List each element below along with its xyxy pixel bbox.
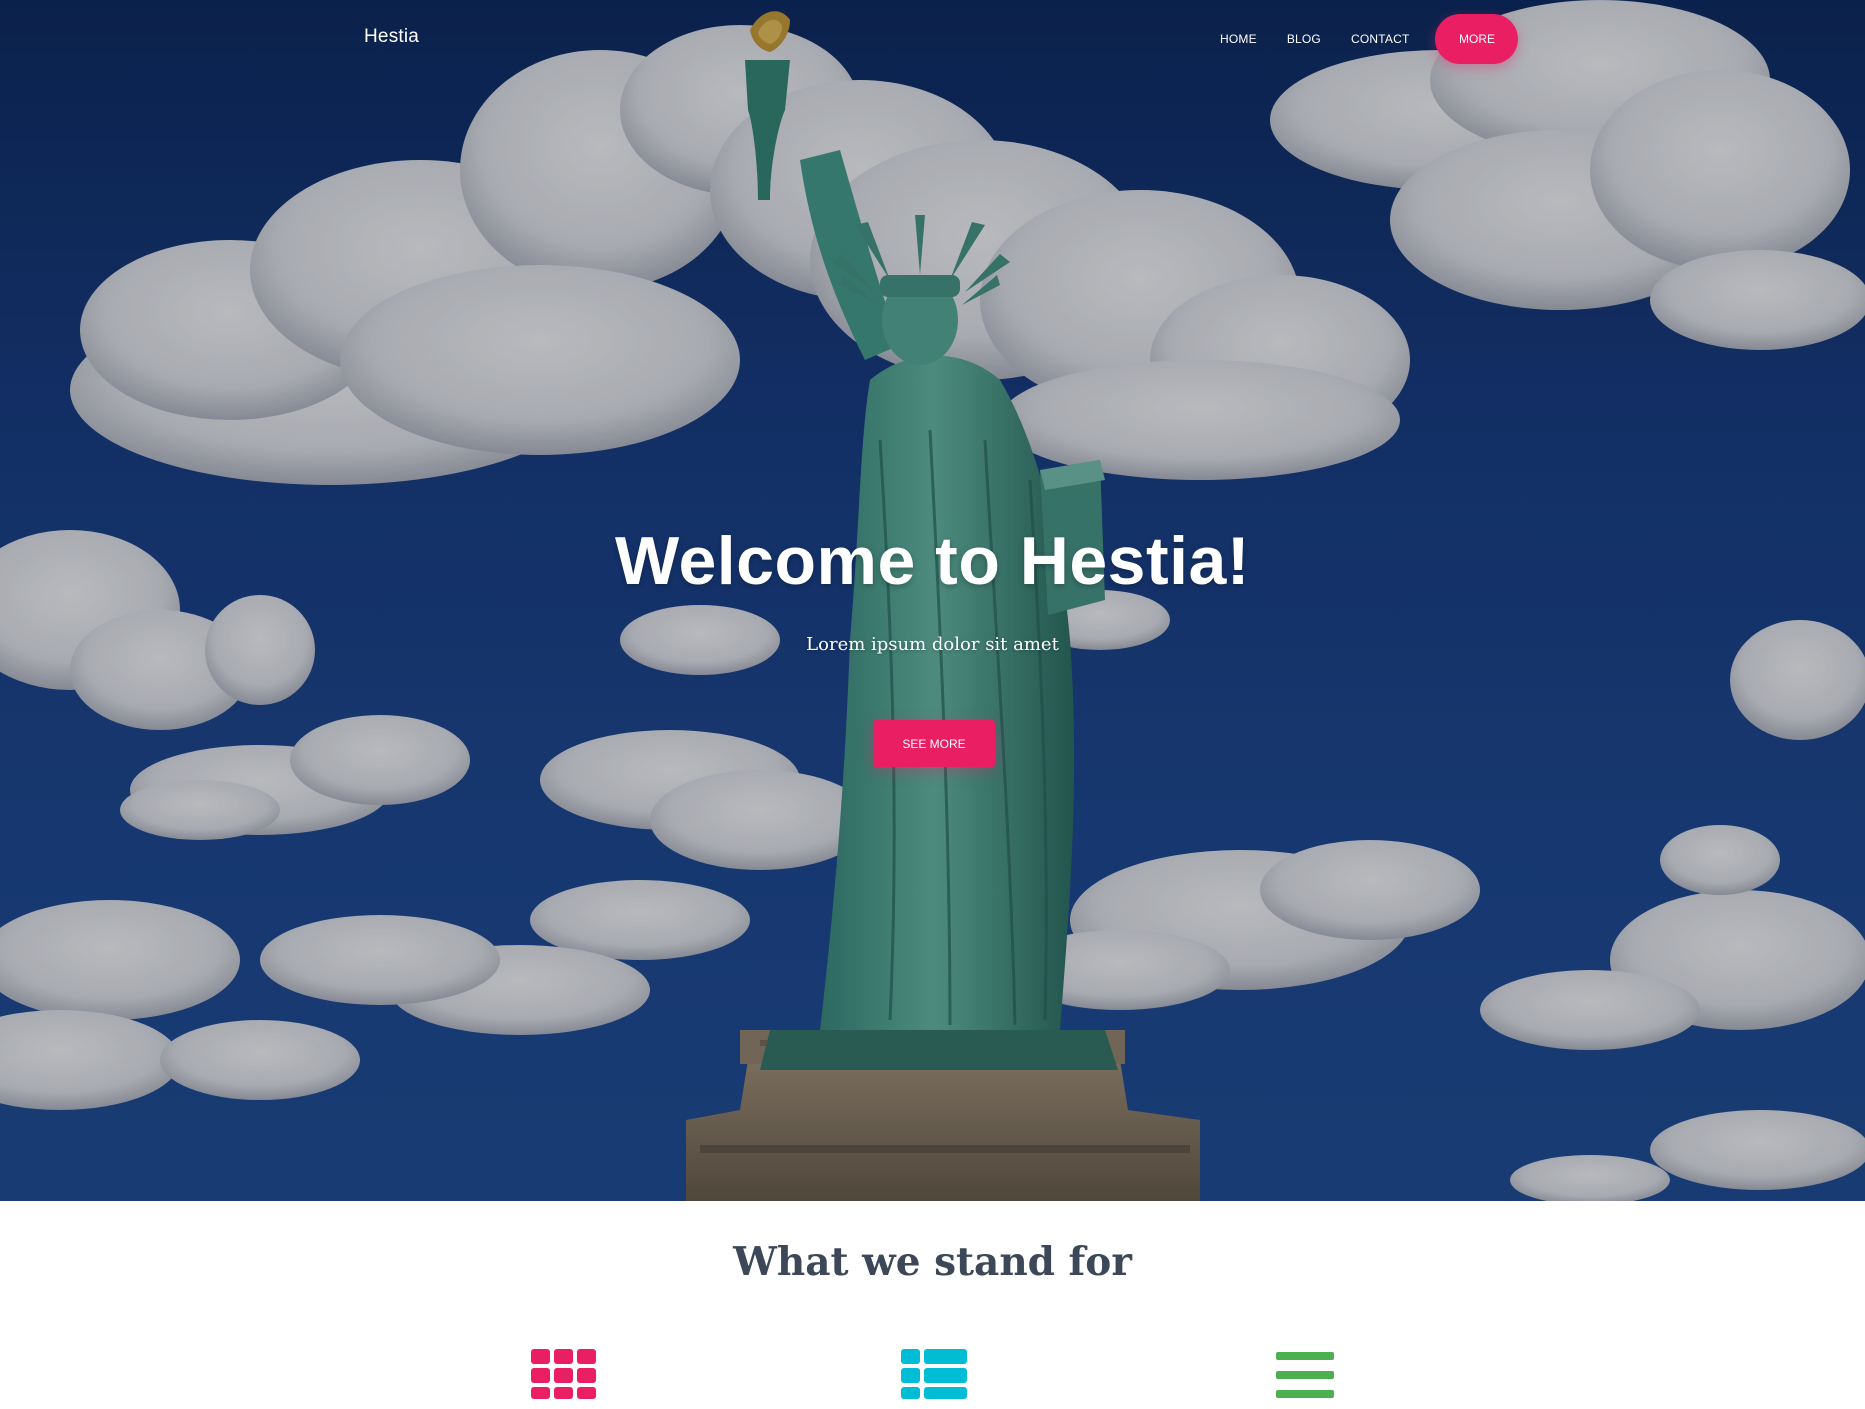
hero-subtitle: Lorem ipsum dolor sit amet	[806, 634, 1059, 655]
navbar: Hestia HOME BLOG CONTACT MORE	[0, 0, 1865, 80]
nav-link-blog[interactable]: BLOG	[1272, 32, 1336, 46]
brand-logo[interactable]: Hestia	[364, 26, 419, 48]
nav-link-contact[interactable]: CONTACT	[1336, 32, 1425, 46]
nav-menu: HOME BLOG CONTACT MORE	[1205, 14, 1519, 64]
section-title: What we stand for	[733, 1239, 1132, 1285]
hero-section: Hestia HOME BLOG CONTACT MORE Welcome to…	[0, 0, 1865, 1201]
menu-lines-icon	[1276, 1349, 1342, 1409]
hero-title: Welcome to Hestia!	[614, 523, 1250, 599]
nav-more-button[interactable]: MORE	[1435, 14, 1519, 64]
features-section: What we stand for	[0, 1201, 1865, 1399]
nav-link-home[interactable]: HOME	[1205, 32, 1272, 46]
grid-icon	[531, 1349, 597, 1409]
see-more-button[interactable]: SEE MORE	[873, 720, 995, 767]
view-list-icon	[901, 1349, 967, 1409]
hero-overlay	[0, 0, 1865, 1201]
